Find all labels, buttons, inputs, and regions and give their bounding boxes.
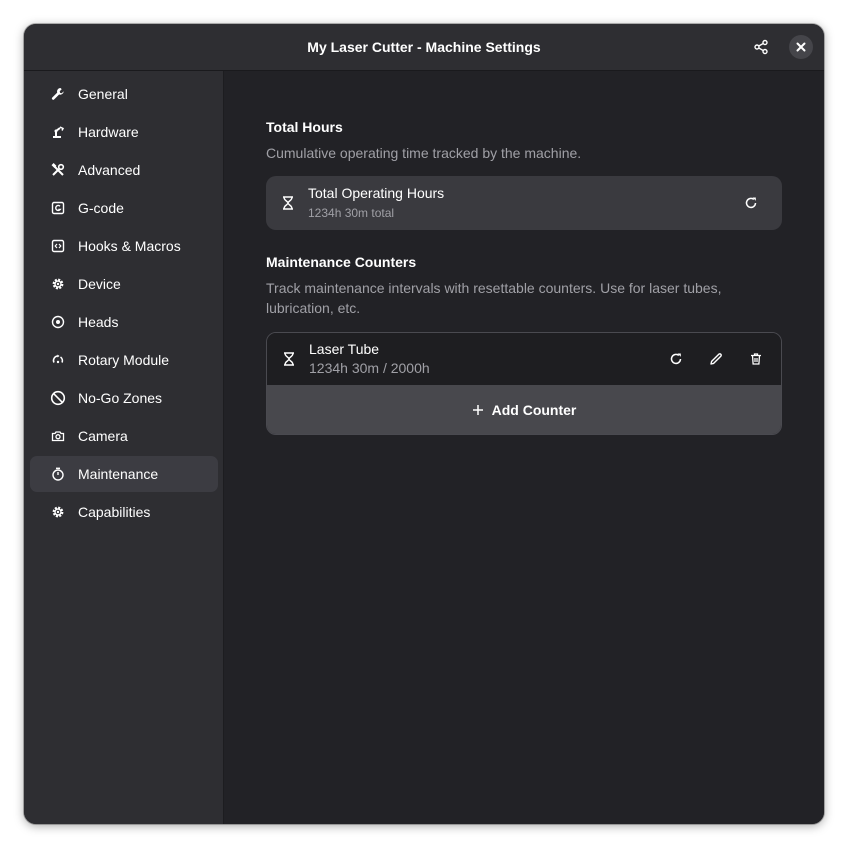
row-title: Total Operating Hours [308,185,445,201]
sidebar-item-label: General [78,86,128,102]
robot-arm-icon [50,124,66,140]
sidebar-item-label: Device [78,276,121,292]
sidebar-item-gcode[interactable]: G-code [30,190,218,226]
counter-value: 1234h 30m / 2000h [309,360,430,376]
refresh-icon [670,353,682,365]
share-icon [754,39,768,55]
tools-icon [50,162,66,178]
sidebar-item-general[interactable]: General [30,76,218,112]
camera-icon [50,428,66,444]
sidebar-item-label: Maintenance [78,466,159,482]
header-bar: My Laser Cutter - Machine Settings [24,24,824,71]
sidebar-item-device[interactable]: Device [30,266,218,302]
pencil-icon [710,353,722,365]
sidebar-item-no-go-zones[interactable]: No-Go Zones [30,380,218,416]
sidebar-item-label: Hooks & Macros [78,238,181,254]
delete-counter-button[interactable] [744,347,768,371]
plus-icon [472,404,483,415]
sidebar-item-label: Hardware [78,124,139,140]
counter-row: Laser Tube 1234h 30m / 2000h [267,333,781,385]
maintenance-counters-description: Track maintenance intervals with resetta… [266,280,722,316]
reset-counter-button[interactable] [664,347,688,371]
total-hours-title: Total Hours [266,119,343,135]
sidebar-item-label: Rotary Module [78,352,170,368]
reset-total-hours-button[interactable] [739,191,763,215]
counter-name: Laser Tube [309,341,380,357]
hourglass-icon [280,195,296,211]
sidebar-item-label: G-code [78,200,124,216]
edit-counter-button[interactable] [704,347,728,371]
sidebar-item-label: Heads [78,314,119,330]
sidebar-item-label: Advanced [78,162,141,178]
settings-window: My Laser Cutter - Machine Settings Gener… [24,24,824,824]
forbidden-icon [50,390,66,406]
target-icon [50,314,66,330]
share-button[interactable] [749,35,773,59]
settings-content: Total Hours Cumulative operating time tr… [224,71,824,824]
gear-icon [50,504,66,520]
add-counter-button[interactable]: Add Counter [267,385,781,434]
stopwatch-icon [50,466,66,482]
add-counter-label: Add Counter [491,401,577,418]
sidebar: General Hardware Advanced G-code Hooks & [24,71,224,824]
gear-icon [50,276,66,292]
gcode-icon [50,200,66,216]
refresh-icon [745,197,757,209]
sidebar-item-hooks-macros[interactable]: Hooks & Macros [30,228,218,264]
sidebar-item-heads[interactable]: Heads [30,304,218,340]
window-title: My Laser Cutter - Machine Settings [307,39,541,55]
code-icon [50,238,66,254]
maintenance-counters-title: Maintenance Counters [266,254,417,270]
sidebar-item-hardware[interactable]: Hardware [30,114,218,150]
sidebar-item-label: No-Go Zones [78,390,163,406]
sidebar-item-maintenance[interactable]: Maintenance [30,456,218,492]
total-hours-description: Cumulative operating time tracked by the… [266,145,582,161]
sidebar-item-advanced[interactable]: Advanced [30,152,218,188]
rotate-icon [50,352,66,368]
sidebar-item-capabilities[interactable]: Capabilities [30,494,218,530]
sidebar-item-label: Camera [78,428,128,444]
maintenance-counters-list: Laser Tube 1234h 30m / 2000h Add Counter [266,332,782,435]
row-subtitle: 1234h 30m total [308,206,395,220]
sidebar-item-rotary-module[interactable]: Rotary Module [30,342,218,378]
trash-icon [751,353,761,365]
wrench-icon [50,86,66,102]
total-operating-hours-row: Total Operating Hours 1234h 30m total [266,176,782,230]
hourglass-icon [281,351,297,367]
sidebar-item-label: Capabilities [78,504,151,520]
close-icon [796,42,806,52]
sidebar-item-camera[interactable]: Camera [30,418,218,454]
close-button[interactable] [789,35,813,59]
